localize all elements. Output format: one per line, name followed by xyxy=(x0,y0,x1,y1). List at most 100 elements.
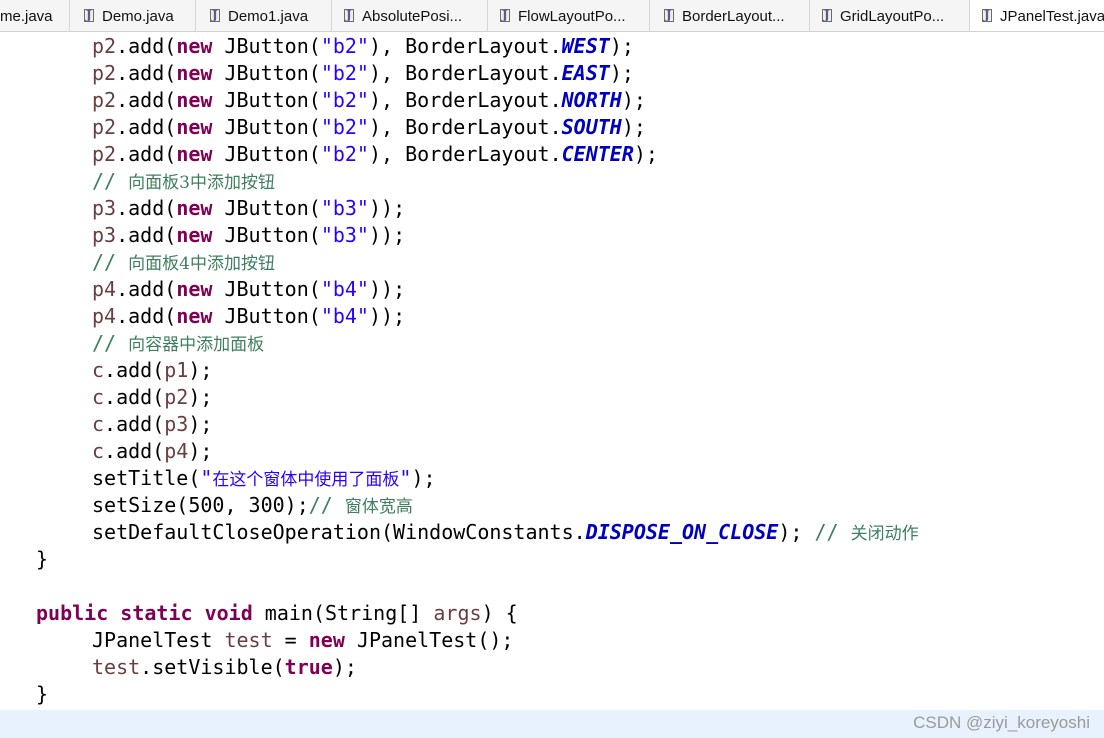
code-token: // xyxy=(308,493,345,517)
code-token: "b3" xyxy=(320,196,369,220)
code-line: setDefaultCloseOperation(WindowConstants… xyxy=(92,519,919,546)
code-token: NORTH xyxy=(561,88,622,112)
code-token: test xyxy=(92,655,141,679)
java-file-icon: J xyxy=(982,8,994,23)
code-token: SOUTH xyxy=(561,115,622,139)
code-token: = xyxy=(272,628,309,652)
code-token: 窗体宽高 xyxy=(345,493,413,517)
code-token: ); xyxy=(609,34,634,58)
code-token: "b2" xyxy=(320,34,369,58)
code-token: p1 xyxy=(164,358,189,382)
code-token: .add( xyxy=(116,142,177,166)
code-token: JPanelTest xyxy=(92,628,225,652)
code-token: new xyxy=(176,196,213,220)
code-token: )); xyxy=(368,277,406,301)
code-token: ); xyxy=(188,439,213,463)
code-token: "b2" xyxy=(320,61,369,85)
code-line: p4.add(new JButton("b4")); xyxy=(92,276,405,303)
code-token: 在这个窗体中使用了面板 xyxy=(212,470,400,490)
code-token: "b3" xyxy=(320,223,369,247)
code-token: new xyxy=(176,304,213,328)
code-token: 窗体宽高 xyxy=(344,497,413,517)
code-token: // xyxy=(92,169,129,193)
code-token: args xyxy=(433,601,482,625)
code-token: DISPOSE_ON_CLOSE xyxy=(585,520,779,544)
code-token: public xyxy=(36,601,109,625)
code-token: c xyxy=(92,412,105,436)
tab-label: Demo1.java xyxy=(228,8,309,25)
watermark: CSDN @ziyi_koreyoshi xyxy=(913,713,1090,732)
editor-tab-bar: me.java J Demo.java J Demo1.java J Absolute… xyxy=(0,0,1104,32)
code-token: JButton( xyxy=(212,304,321,328)
code-token: new xyxy=(176,142,213,166)
code-token: JPanelTest(); xyxy=(344,628,514,652)
code-token: ); xyxy=(633,142,658,166)
code-token: static xyxy=(120,601,193,625)
code-token: ), BorderLayout. xyxy=(368,88,562,112)
code-token: new xyxy=(176,61,213,85)
code-token: p2 xyxy=(92,61,117,85)
code-line: c.add(p3); xyxy=(92,411,212,438)
tab-label: AbsolutePosi... xyxy=(362,8,463,25)
java-file-icon: J xyxy=(500,8,512,23)
code-token: setDefaultCloseOperation(WindowConstants… xyxy=(92,520,586,544)
code-token: ), BorderLayout. xyxy=(368,61,562,85)
tab-me-java[interactable]: me.java xyxy=(0,0,70,31)
code-token: ); xyxy=(411,466,436,490)
tab-border-layout[interactable]: J BorderLayout... xyxy=(650,0,810,31)
tab-flow-layout[interactable]: J FlowLayoutPo... xyxy=(488,0,650,31)
code-token: .add( xyxy=(104,412,165,436)
editor-status-bar: CSDN @ziyi_koreyoshi xyxy=(0,710,1104,738)
code-token: JButton( xyxy=(212,61,321,85)
code-comment: // 向面板3中添加按钮 xyxy=(92,168,275,195)
code-line: p4.add(new JButton("b4")); xyxy=(92,303,405,330)
code-line: setSize(500, 300);// 窗体宽高 xyxy=(92,492,413,519)
code-token: "b4" xyxy=(320,277,369,301)
code-token: // xyxy=(92,250,129,274)
code-token: p3 xyxy=(92,223,117,247)
code-token: )); xyxy=(368,304,406,328)
tab-demo-java[interactable]: J Demo.java xyxy=(70,0,196,31)
code-token: ); xyxy=(188,412,213,436)
code-token: // xyxy=(92,331,129,355)
code-token: new xyxy=(176,34,213,58)
tab-label: FlowLayoutPo... xyxy=(518,8,626,25)
code-token: JButton( xyxy=(212,277,321,301)
tab-label: me.java xyxy=(0,8,53,25)
code-line: test.setVisible(true); xyxy=(92,654,357,681)
code-token: p3 xyxy=(92,196,117,220)
java-file-icon: J xyxy=(210,8,222,23)
tab-label: BorderLayout... xyxy=(682,8,785,25)
code-line: p2.add(new JButton("b2"), BorderLayout.W… xyxy=(92,33,634,60)
tab-label: Demo.java xyxy=(102,8,174,25)
tab-grid-layout[interactable]: J GridLayoutPo... xyxy=(810,0,970,31)
tab-absolute-position[interactable]: J AbsolutePosi... xyxy=(332,0,488,31)
code-token: .add( xyxy=(116,196,177,220)
code-token: ), BorderLayout. xyxy=(368,142,562,166)
code-line: public static void main(String[] args) { xyxy=(36,600,518,627)
code-line: p3.add(new JButton("b3")); xyxy=(92,195,405,222)
java-file-icon: J xyxy=(822,8,834,23)
code-token: .add( xyxy=(104,439,165,463)
code-token: WEST xyxy=(561,34,610,58)
tab-demo1-java[interactable]: J Demo1.java xyxy=(196,0,332,31)
code-token: " xyxy=(200,466,213,490)
code-token: CENTER xyxy=(561,142,634,166)
code-token: ); xyxy=(609,61,634,85)
code-token: JButton( xyxy=(212,88,321,112)
code-token: JButton( xyxy=(212,34,321,58)
code-token: new xyxy=(176,223,213,247)
code-line: p2.add(new JButton("b2"), BorderLayout.C… xyxy=(92,141,658,168)
tab-jpaneltest-java[interactable]: J JPanelTest.java xyxy=(970,0,1104,31)
code-token: EAST xyxy=(561,61,610,85)
code-token: p2 xyxy=(92,142,117,166)
code-token: p2 xyxy=(92,34,117,58)
code-token: ); xyxy=(188,358,213,382)
code-token: 关闭动作 xyxy=(851,520,919,544)
code-line: p2.add(new JButton("b2"), BorderLayout.N… xyxy=(92,87,646,114)
code-token: 向容器中添加面板 xyxy=(128,335,265,355)
code-token: )); xyxy=(368,196,406,220)
code-token: c xyxy=(92,385,105,409)
code-token: JButton( xyxy=(212,115,321,139)
